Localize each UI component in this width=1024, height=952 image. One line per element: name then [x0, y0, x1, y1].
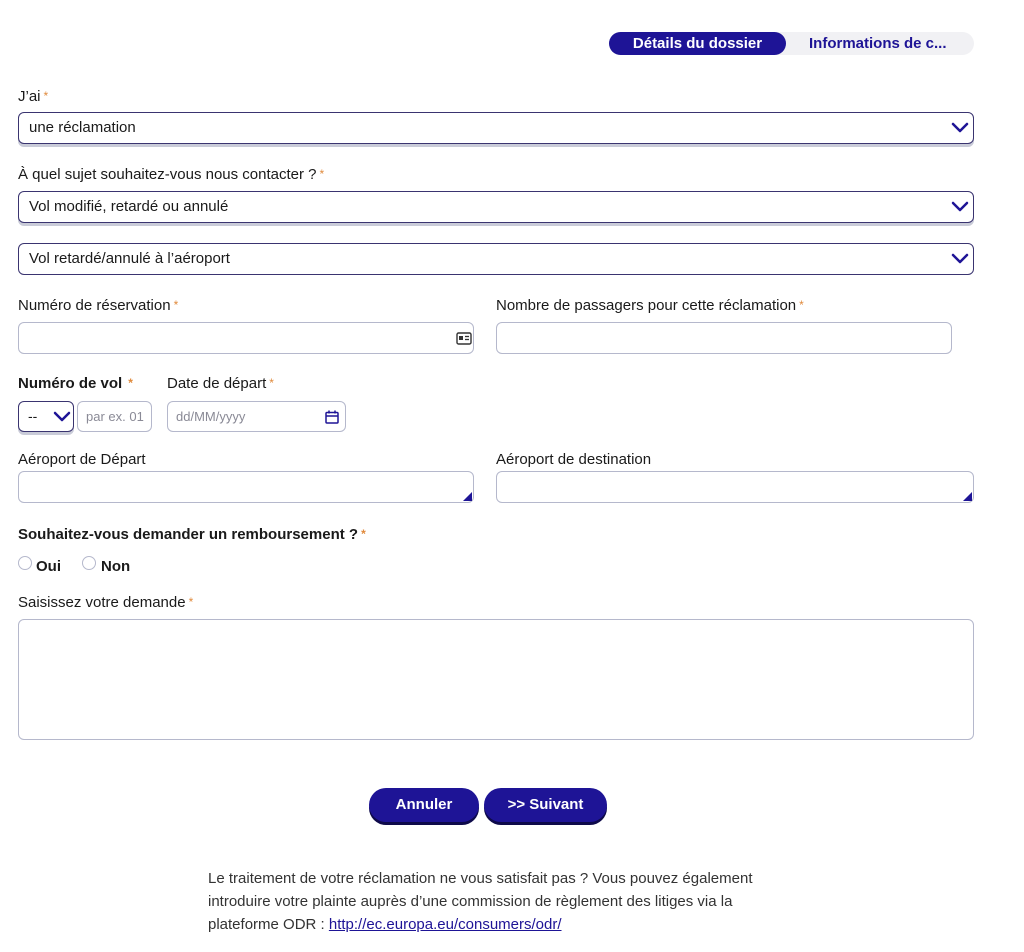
radio-non-label[interactable]: Non: [101, 558, 130, 575]
sujet-select[interactable]: Vol modifié, retardé ou annulé: [18, 191, 974, 223]
jai-select[interactable]: une réclamation: [18, 112, 974, 144]
autocomplete-corner-icon: [463, 492, 472, 501]
required-star: *: [319, 167, 325, 181]
calendar-icon[interactable]: [325, 410, 339, 424]
cancel-button[interactable]: Annuler: [369, 788, 479, 822]
chevron-down-icon: [53, 411, 71, 422]
chevron-down-icon: [951, 253, 969, 264]
reservation-input[interactable]: [18, 322, 474, 354]
odr-link[interactable]: http://ec.europa.eu/consumers/odr/: [329, 916, 562, 933]
radio-oui[interactable]: [18, 556, 32, 570]
tab-informations-contact[interactable]: Informations de c...: [796, 32, 966, 55]
required-star: *: [128, 376, 133, 390]
sous-sujet-select[interactable]: Vol retardé/annulé à l’aéroport: [18, 243, 974, 275]
autocomplete-corner-icon: [963, 492, 972, 501]
remboursement-label: Souhaitez-vous demander un remboursement…: [18, 526, 366, 543]
tab-details-dossier[interactable]: Détails du dossier: [609, 32, 786, 55]
aeroport-depart-input[interactable]: [18, 471, 474, 503]
next-button[interactable]: >> Suivant: [484, 788, 607, 822]
radio-oui-label[interactable]: Oui: [36, 558, 61, 575]
numero-vol-label: Numéro de vol *: [18, 375, 133, 392]
id-card-icon: [456, 332, 472, 345]
demande-label: Saisissez votre demande *: [18, 594, 194, 611]
chevron-down-icon: [951, 122, 969, 133]
demande-textarea[interactable]: [18, 619, 974, 740]
vol-number-input[interactable]: par ex. 01: [77, 401, 152, 432]
jai-label: J’ai *: [18, 88, 49, 105]
reservation-label: Numéro de réservation *: [18, 297, 179, 314]
radio-non[interactable]: [82, 556, 96, 570]
required-star: *: [43, 89, 49, 103]
required-star: *: [361, 527, 366, 541]
passagers-label: Nombre de passagers pour cette réclamati…: [496, 297, 804, 314]
date-depart-input[interactable]: dd/MM/yyyy: [167, 401, 346, 432]
required-star: *: [269, 376, 274, 390]
required-star: *: [799, 298, 804, 312]
aeroport-destination-input[interactable]: [496, 471, 974, 503]
required-star: *: [188, 595, 194, 609]
aeroport-destination-label: Aéroport de destination: [496, 451, 652, 468]
date-depart-label: Date de départ *: [167, 375, 274, 392]
sujet-label: À quel sujet souhaitez-vous nous contact…: [18, 166, 325, 183]
odr-notice: Le traitement de votre réclamation ne vo…: [208, 870, 753, 933]
required-star: *: [173, 298, 179, 312]
chevron-down-icon: [951, 201, 969, 212]
passagers-input[interactable]: [496, 322, 952, 354]
aeroport-depart-label: Aéroport de Départ: [18, 451, 146, 468]
vol-prefix-select[interactable]: --: [18, 401, 74, 432]
